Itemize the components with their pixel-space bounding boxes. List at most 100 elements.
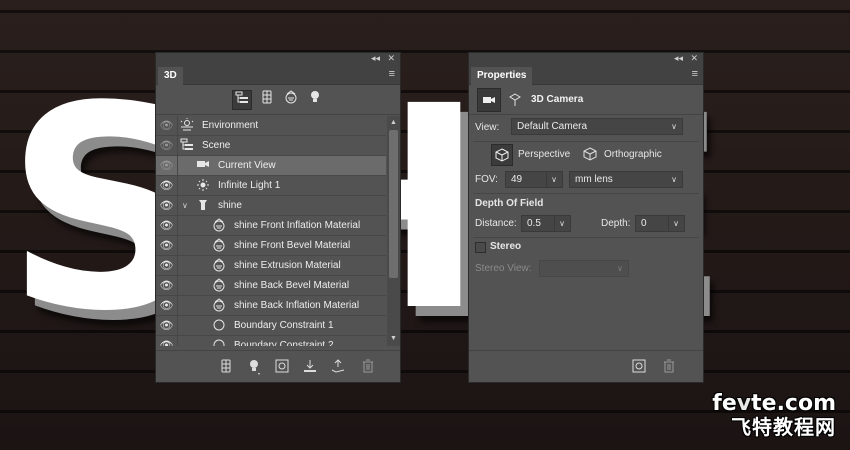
layer-label: shine Extrusion Material bbox=[234, 260, 341, 271]
layer-label: shine Front Bevel Material bbox=[234, 240, 351, 251]
fov-unit-select[interactable]: mm lens ∨ bbox=[569, 171, 683, 188]
light-filter-icon[interactable] bbox=[305, 90, 325, 110]
orthographic-icon[interactable] bbox=[579, 144, 601, 166]
layer-row-environment[interactable]: 👁 Environment bbox=[156, 116, 386, 136]
eye-icon[interactable]: 👁 bbox=[156, 236, 178, 256]
layer-label: Infinite Light 1 bbox=[218, 180, 281, 191]
collapse-icon[interactable]: ◂◂ bbox=[674, 53, 683, 64]
close-icon[interactable]: ✕ bbox=[690, 53, 698, 64]
layer-label: Boundary Constraint 2 bbox=[234, 340, 334, 346]
material-filter-icon[interactable] bbox=[281, 90, 301, 110]
dof-heading: Depth Of Field bbox=[475, 198, 544, 209]
eye-icon[interactable]: 👁 bbox=[156, 276, 178, 296]
material-icon bbox=[212, 238, 226, 254]
material-icon bbox=[212, 218, 226, 234]
scroll-up-icon[interactable]: ▲ bbox=[387, 118, 400, 128]
panel-3d: ◂◂ ✕ 3D ≡ 👁 Environment 👁 Scene 👁 Curren… bbox=[155, 52, 401, 383]
fov-input[interactable]: 49 ∨ bbox=[505, 171, 563, 188]
divider bbox=[473, 193, 699, 194]
layer-row-scene[interactable]: 👁 Scene bbox=[156, 136, 386, 156]
eye-icon[interactable]: 👁 bbox=[156, 176, 178, 196]
view-select[interactable]: Default Camera ∨ bbox=[511, 118, 683, 135]
layer-label: Boundary Constraint 1 bbox=[234, 320, 334, 331]
layer-row-shine[interactable]: 👁 ∨ shine bbox=[156, 196, 386, 216]
orthographic-label[interactable]: Orthographic bbox=[604, 148, 662, 162]
eye-icon[interactable]: 👁 bbox=[156, 196, 178, 216]
panel-menu-icon[interactable]: ≡ bbox=[389, 68, 395, 80]
material-icon bbox=[212, 298, 226, 314]
trash-icon[interactable] bbox=[360, 359, 376, 375]
eye-icon[interactable]: 👁 bbox=[156, 136, 178, 156]
scene-filter-icon[interactable] bbox=[232, 90, 252, 110]
new-mesh-icon[interactable] bbox=[218, 359, 234, 375]
panel-menu-icon[interactable]: ≡ bbox=[692, 68, 698, 80]
eye-icon[interactable]: 👁 bbox=[156, 116, 178, 136]
wall-3d-text: SHE bbox=[0, 60, 850, 360]
material-icon bbox=[212, 258, 226, 274]
layer-row-current-view[interactable]: 👁 Current View bbox=[156, 156, 386, 176]
layer-row-material[interactable]: 👁 shine Back Inflation Material bbox=[156, 296, 386, 316]
stereo-label[interactable]: Stereo bbox=[490, 240, 521, 254]
props-header: 3D Camera bbox=[469, 85, 703, 115]
camera-icon bbox=[196, 158, 210, 174]
distance-label: Distance: bbox=[475, 218, 517, 229]
close-icon[interactable]: ✕ bbox=[387, 53, 395, 64]
panel-props-topbar[interactable]: ◂◂ ✕ bbox=[469, 53, 703, 65]
layers-list: 👁 Environment 👁 Scene 👁 Current View 👁 I… bbox=[156, 116, 386, 346]
eye-icon[interactable]: 👁 bbox=[156, 256, 178, 276]
environment-icon bbox=[180, 118, 194, 134]
scrollbar-thumb[interactable] bbox=[389, 130, 398, 278]
watermark: fevte.com 飞特教程网 bbox=[712, 392, 836, 439]
eye-icon[interactable]: 👁 bbox=[156, 296, 178, 316]
panel-props-tabrow: Properties ≡ bbox=[469, 65, 703, 85]
ground-plane-icon[interactable] bbox=[302, 359, 318, 375]
constraint-icon bbox=[212, 318, 226, 334]
panel-properties: ◂◂ ✕ Properties ≡ 3D Camera View: Defaul… bbox=[468, 52, 704, 383]
chevron-down-icon: ∨ bbox=[559, 219, 565, 228]
distance-input[interactable]: 0.5 ∨ bbox=[521, 215, 571, 232]
panel-3d-bottom-bar bbox=[156, 350, 400, 382]
stereo-view-select: ∨ bbox=[539, 260, 629, 277]
add-light-icon[interactable] bbox=[246, 359, 262, 375]
layer-row-material[interactable]: 👁 shine Front Bevel Material bbox=[156, 236, 386, 256]
camera-icon[interactable] bbox=[477, 88, 501, 112]
layer-row-material[interactable]: 👁 shine Front Inflation Material bbox=[156, 216, 386, 236]
eye-icon[interactable]: 👁 bbox=[156, 316, 178, 336]
depth-label: Depth: bbox=[601, 218, 631, 229]
mesh-icon bbox=[196, 198, 210, 214]
perspective-label[interactable]: Perspective bbox=[518, 148, 570, 162]
constraint-icon bbox=[212, 338, 226, 346]
layer-row-material[interactable]: 👁 shine Extrusion Material bbox=[156, 256, 386, 276]
material-icon bbox=[212, 278, 226, 294]
collapse-icon[interactable]: ◂◂ bbox=[371, 53, 380, 64]
new-object-icon[interactable] bbox=[330, 359, 346, 375]
eye-icon[interactable]: 👁 bbox=[156, 156, 178, 176]
render-icon[interactable] bbox=[631, 359, 647, 375]
panel-3d-tabrow: 3D ≡ bbox=[156, 65, 400, 85]
layers-scrollbar[interactable]: ▲ ▼ bbox=[387, 116, 400, 346]
layer-label: shine Back Inflation Material bbox=[234, 300, 360, 311]
eye-icon[interactable]: 👁 bbox=[156, 216, 178, 236]
layer-row-constraint[interactable]: 👁 Boundary Constraint 1 bbox=[156, 316, 386, 336]
render-icon[interactable] bbox=[274, 359, 290, 375]
layer-row-infinite-light[interactable]: 👁 Infinite Light 1 bbox=[156, 176, 386, 196]
chevron-down-icon: ∨ bbox=[617, 264, 623, 273]
layer-row-constraint[interactable]: 👁 Boundary Constraint 2 bbox=[156, 336, 386, 346]
layer-label: shine Back Bevel Material bbox=[234, 280, 350, 291]
depth-input[interactable]: 0 ∨ bbox=[635, 215, 685, 232]
coordinates-icon[interactable] bbox=[509, 93, 521, 110]
filter-row bbox=[156, 85, 400, 115]
chevron-down-icon[interactable]: ∨ bbox=[182, 196, 188, 216]
perspective-icon[interactable] bbox=[491, 144, 513, 166]
scroll-down-icon[interactable]: ▼ bbox=[387, 334, 400, 344]
tab-properties[interactable]: Properties bbox=[471, 67, 533, 85]
chevron-down-icon: ∨ bbox=[551, 175, 557, 184]
panel-3d-topbar[interactable]: ◂◂ ✕ bbox=[156, 53, 400, 65]
stereo-checkbox[interactable] bbox=[475, 242, 486, 253]
scene-icon bbox=[180, 138, 194, 154]
layer-row-material[interactable]: 👁 shine Back Bevel Material bbox=[156, 276, 386, 296]
mesh-filter-icon[interactable] bbox=[257, 90, 277, 110]
tab-3d[interactable]: 3D bbox=[158, 67, 183, 85]
eye-icon[interactable]: 👁 bbox=[156, 336, 178, 346]
trash-icon[interactable] bbox=[661, 359, 677, 375]
